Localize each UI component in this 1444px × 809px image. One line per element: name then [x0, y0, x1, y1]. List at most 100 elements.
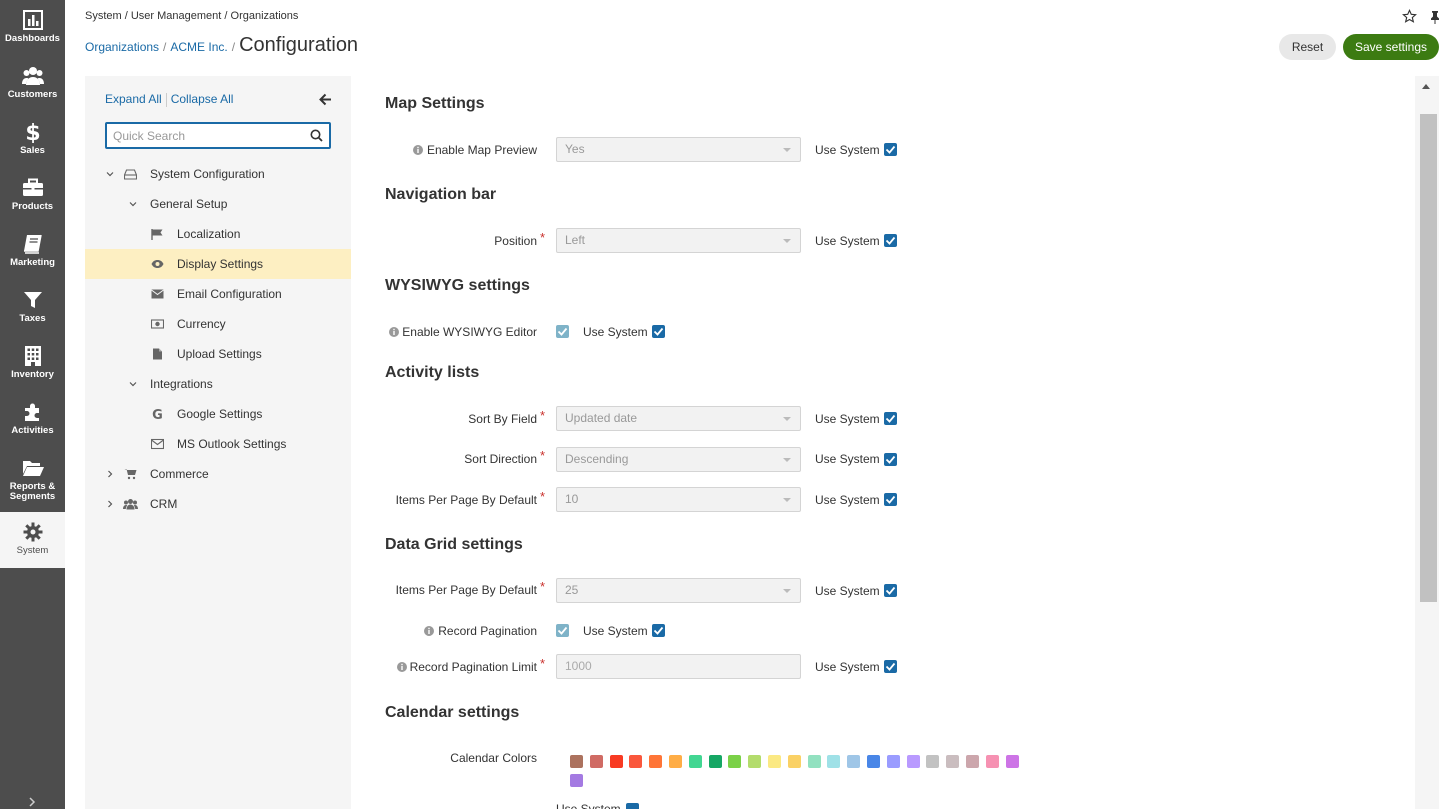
info-icon[interactable] — [389, 327, 399, 337]
color-swatch[interactable] — [629, 755, 643, 768]
items-per-page-grid-select[interactable]: 25 — [556, 578, 801, 603]
tree-item-label: Display Settings — [177, 257, 264, 271]
chevron-down-icon[interactable] — [129, 380, 137, 388]
scroll-up-arrow-icon[interactable] — [1422, 84, 1430, 89]
color-swatch[interactable] — [787, 755, 801, 768]
tree-item-localization[interactable]: Localization — [85, 219, 351, 249]
color-swatch[interactable] — [748, 755, 762, 768]
record-pagination-checkbox[interactable] — [556, 624, 569, 637]
tree-item-label: Localization — [177, 227, 241, 241]
collapse-all-link[interactable]: Collapse All — [171, 92, 234, 106]
color-swatch[interactable] — [946, 755, 960, 768]
color-swatch[interactable] — [985, 755, 999, 768]
pin-icon[interactable] — [1430, 10, 1440, 24]
use-system-checkbox-items-per-page-activity[interactable] — [884, 493, 897, 506]
use-system-label: Use System — [815, 452, 880, 466]
color-swatch[interactable] — [708, 755, 722, 768]
briefcase-icon — [22, 178, 43, 196]
color-swatch[interactable] — [867, 755, 880, 768]
scrollbar-thumb[interactable] — [1420, 114, 1437, 602]
use-system-checkbox-sort-direction[interactable] — [884, 453, 897, 466]
nav-reports-segments[interactable]: Reports & Segments — [0, 448, 65, 512]
breadcrumb-user-management[interactable]: User Management — [131, 10, 222, 22]
use-system-label: Use System — [815, 234, 880, 248]
color-swatch[interactable] — [807, 755, 821, 768]
color-swatch[interactable] — [926, 755, 940, 768]
color-swatch[interactable] — [589, 755, 603, 768]
tree-item-crm[interactable]: CRM — [85, 489, 351, 519]
chevron-right-icon[interactable] — [106, 470, 114, 478]
use-system-checkbox-position[interactable] — [884, 234, 897, 247]
enable-wysiwyg-checkbox[interactable] — [556, 325, 569, 338]
tree-item-system-configuration[interactable]: System Configuration — [85, 159, 351, 189]
nav-label: Sales — [20, 145, 45, 156]
nav-sales[interactable]: $ Sales — [0, 112, 65, 168]
chevron-down-icon[interactable] — [106, 170, 114, 178]
position-select[interactable]: Left — [556, 228, 801, 253]
nav-label: Inventory — [11, 369, 54, 380]
nav-customers[interactable]: Customers — [0, 56, 65, 112]
use-system-checkbox-sort-by[interactable] — [884, 412, 897, 425]
tree-item-integrations[interactable]: Integrations — [85, 369, 351, 399]
color-swatch[interactable] — [966, 755, 979, 768]
use-system-checkbox-items-per-page-grid[interactable] — [884, 584, 897, 597]
sort-direction-select[interactable]: Descending — [556, 447, 801, 472]
tree-item-general-setup[interactable]: General Setup — [85, 189, 351, 219]
items-per-page-activity-select[interactable]: 10 — [556, 487, 801, 512]
breadcrumb-organizations[interactable]: Organizations — [231, 10, 299, 22]
color-swatch[interactable] — [886, 755, 900, 768]
nav-dashboards[interactable]: Dashboards — [0, 0, 65, 56]
tree-item-email-configuration[interactable]: Email Configuration — [85, 279, 351, 309]
color-swatch[interactable] — [728, 755, 742, 768]
tree-item-display-settings[interactable]: Display Settings — [85, 249, 351, 279]
use-system-checkbox-map-preview[interactable] — [884, 143, 897, 156]
tree-item-google-settings[interactable]: G Google Settings — [85, 399, 351, 429]
nav-activities[interactable]: Activities — [0, 392, 65, 448]
field-label-items-per-page-grid: Items Per Page By Default — [395, 583, 537, 597]
color-swatch[interactable] — [669, 755, 682, 768]
color-swatch[interactable] — [906, 755, 920, 768]
color-swatch[interactable] — [847, 755, 861, 768]
enable-map-preview-select[interactable]: Yes — [556, 137, 801, 162]
chevron-right-icon[interactable] — [25, 797, 39, 807]
color-swatch[interactable] — [570, 774, 583, 787]
color-swatch[interactable] — [688, 755, 702, 768]
color-swatch[interactable] — [768, 755, 781, 768]
use-system-checkbox-calendar[interactable] — [626, 803, 639, 809]
crumb-organizations-link[interactable]: Organizations — [85, 40, 159, 54]
color-swatch[interactable] — [649, 755, 663, 768]
nav-marketing[interactable]: Marketing — [0, 224, 65, 280]
nav-inventory[interactable]: Inventory — [0, 336, 65, 392]
arrow-left-icon[interactable] — [319, 93, 332, 106]
nav-system[interactable]: System — [0, 512, 65, 568]
nav-products[interactable]: Products — [0, 168, 65, 224]
expand-all-link[interactable]: Expand All — [105, 92, 162, 106]
quick-search-input[interactable] — [107, 124, 297, 147]
record-pagination-limit-input[interactable]: 1000 — [556, 654, 801, 679]
save-settings-button[interactable]: Save settings — [1343, 34, 1439, 60]
filter-icon — [23, 292, 42, 308]
search-icon[interactable] — [310, 129, 323, 142]
nav-taxes[interactable]: Taxes — [0, 280, 65, 336]
star-icon[interactable] — [1402, 9, 1417, 24]
chevron-down-icon[interactable] — [129, 200, 137, 208]
use-system-checkbox-record-pagination[interactable] — [652, 624, 665, 637]
use-system-checkbox-pagination-limit[interactable] — [884, 660, 897, 673]
tree-item-label: Upload Settings — [177, 347, 262, 361]
crumb-org-link[interactable]: ACME Inc. — [170, 40, 227, 54]
color-swatch[interactable] — [1005, 755, 1019, 768]
use-system-label: Use System — [815, 412, 880, 426]
color-swatch[interactable] — [609, 755, 623, 768]
chevron-right-icon[interactable] — [106, 500, 114, 508]
tree-item-commerce[interactable]: Commerce — [85, 459, 351, 489]
tree-item-currency[interactable]: Currency — [85, 309, 351, 339]
reset-button[interactable]: Reset — [1279, 34, 1336, 60]
color-swatch[interactable] — [827, 755, 841, 768]
sort-by-field-select[interactable]: Updated date — [556, 406, 801, 431]
tree-item-label: Email Configuration — [177, 287, 282, 301]
color-swatch[interactable] — [570, 755, 583, 768]
tree-item-ms-outlook-settings[interactable]: MS Outlook Settings — [85, 429, 351, 459]
breadcrumb-system[interactable]: System — [85, 10, 122, 22]
tree-item-upload-settings[interactable]: Upload Settings — [85, 339, 351, 369]
use-system-checkbox-wysiwyg[interactable] — [652, 325, 665, 338]
